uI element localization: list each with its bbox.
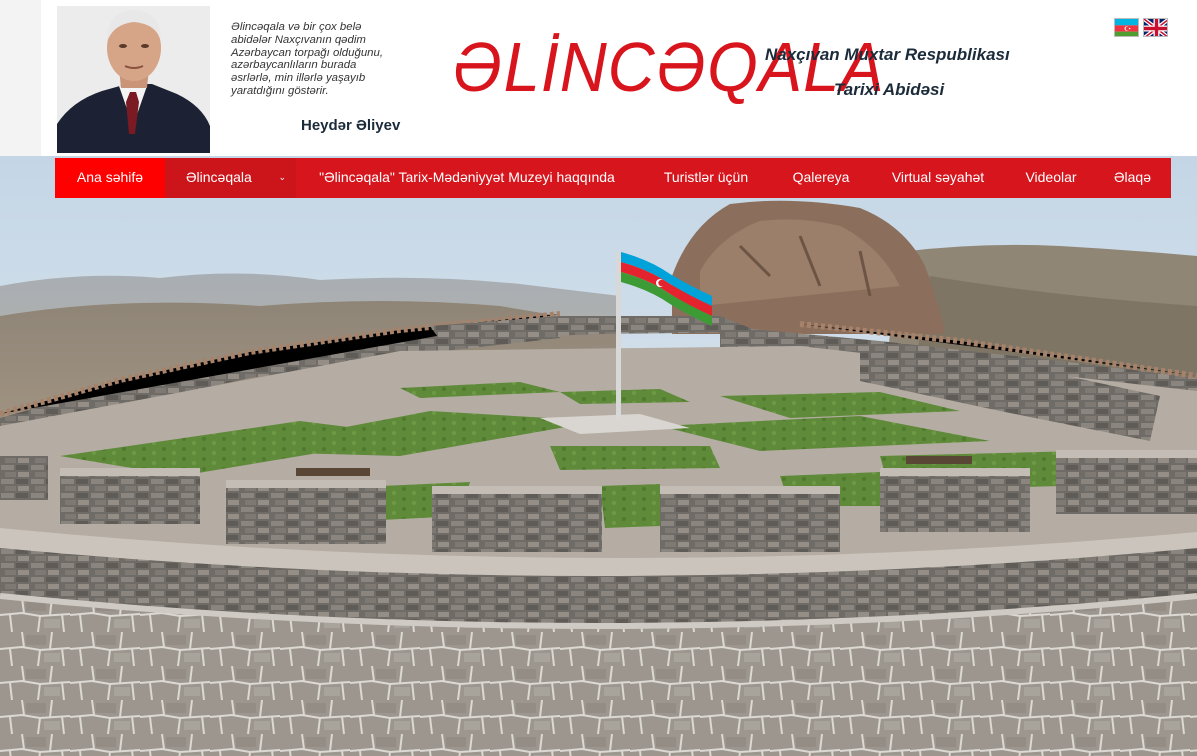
az-flag-icon[interactable] bbox=[1114, 18, 1139, 37]
nav-item-label: Ana səhifə bbox=[76, 169, 144, 185]
quote-line: Azərbaycan torpağı olduğunu, bbox=[231, 46, 383, 59]
hero-panorama bbox=[0, 156, 1197, 756]
nav-item-label: Turistlər üçün bbox=[663, 169, 749, 185]
left-strip bbox=[0, 0, 41, 156]
nav-item-contact[interactable]: Əlaqə bbox=[1094, 158, 1171, 198]
portrait-photo bbox=[57, 6, 210, 153]
site-logo[interactable]: ƏLİNCƏQALA bbox=[452, 28, 885, 106]
nav-item-label: "Əlincəqala" Tarix-Mədəniyyət Muzeyi haq… bbox=[319, 169, 615, 185]
nav-item-label: Qalereya bbox=[792, 169, 850, 185]
uk-flag-icon[interactable] bbox=[1143, 18, 1168, 37]
quote-line: əsrlərlə, min illərlə yaşayıb bbox=[231, 72, 366, 85]
nav-item-museum[interactable]: "Əlincəqala" Tarix-Mədəniyyət Muzeyi haq… bbox=[296, 158, 638, 198]
quote-author: Heydər Əliyev bbox=[301, 117, 401, 134]
leader-quote: Əlincəqala və bir çox belə abidələr Naxç… bbox=[231, 21, 411, 98]
nav-item-home[interactable]: Ana səhifə bbox=[55, 158, 165, 198]
nav-item-virtual-tour[interactable]: Virtual səyahət bbox=[868, 158, 1008, 198]
quote-line: Əlincəqala və bir çox belə bbox=[231, 21, 362, 33]
nav-item-label: Videolar bbox=[1025, 169, 1077, 185]
nav-item-label: Əlaqə bbox=[1113, 169, 1151, 185]
quote-line: azərbaycanlıların burada bbox=[231, 59, 357, 72]
page: Əlincəqala və bir çox belə abidələr Naxç… bbox=[0, 0, 1197, 756]
quote-line: abidələr Naxçıvanın qədim bbox=[231, 33, 366, 46]
chevron-down-icon: ⌄ bbox=[278, 172, 286, 182]
nav-item-gallery[interactable]: Qalereya bbox=[774, 158, 868, 198]
nav-item-videos[interactable]: Videolar bbox=[1008, 158, 1094, 198]
nav-item-label: Virtual səyahət bbox=[891, 169, 985, 185]
nav-item-elincaqala[interactable]: Əlincəqala ⌄ bbox=[165, 158, 296, 198]
site-subtitle-line1: Naxçıvan Muxtar Respublikası bbox=[765, 45, 1010, 64]
quote-line: yaratdığını göstərir. bbox=[231, 84, 329, 97]
site-subtitle-line2: Tarixi Abidəsi bbox=[834, 80, 945, 99]
main-nav: Ana səhifə Əlincəqala ⌄ "Əlincəqala" Tar… bbox=[55, 158, 1171, 198]
nav-item-tourists[interactable]: Turistlər üçün bbox=[638, 158, 774, 198]
nav-item-label: Əlincəqala bbox=[186, 169, 252, 185]
